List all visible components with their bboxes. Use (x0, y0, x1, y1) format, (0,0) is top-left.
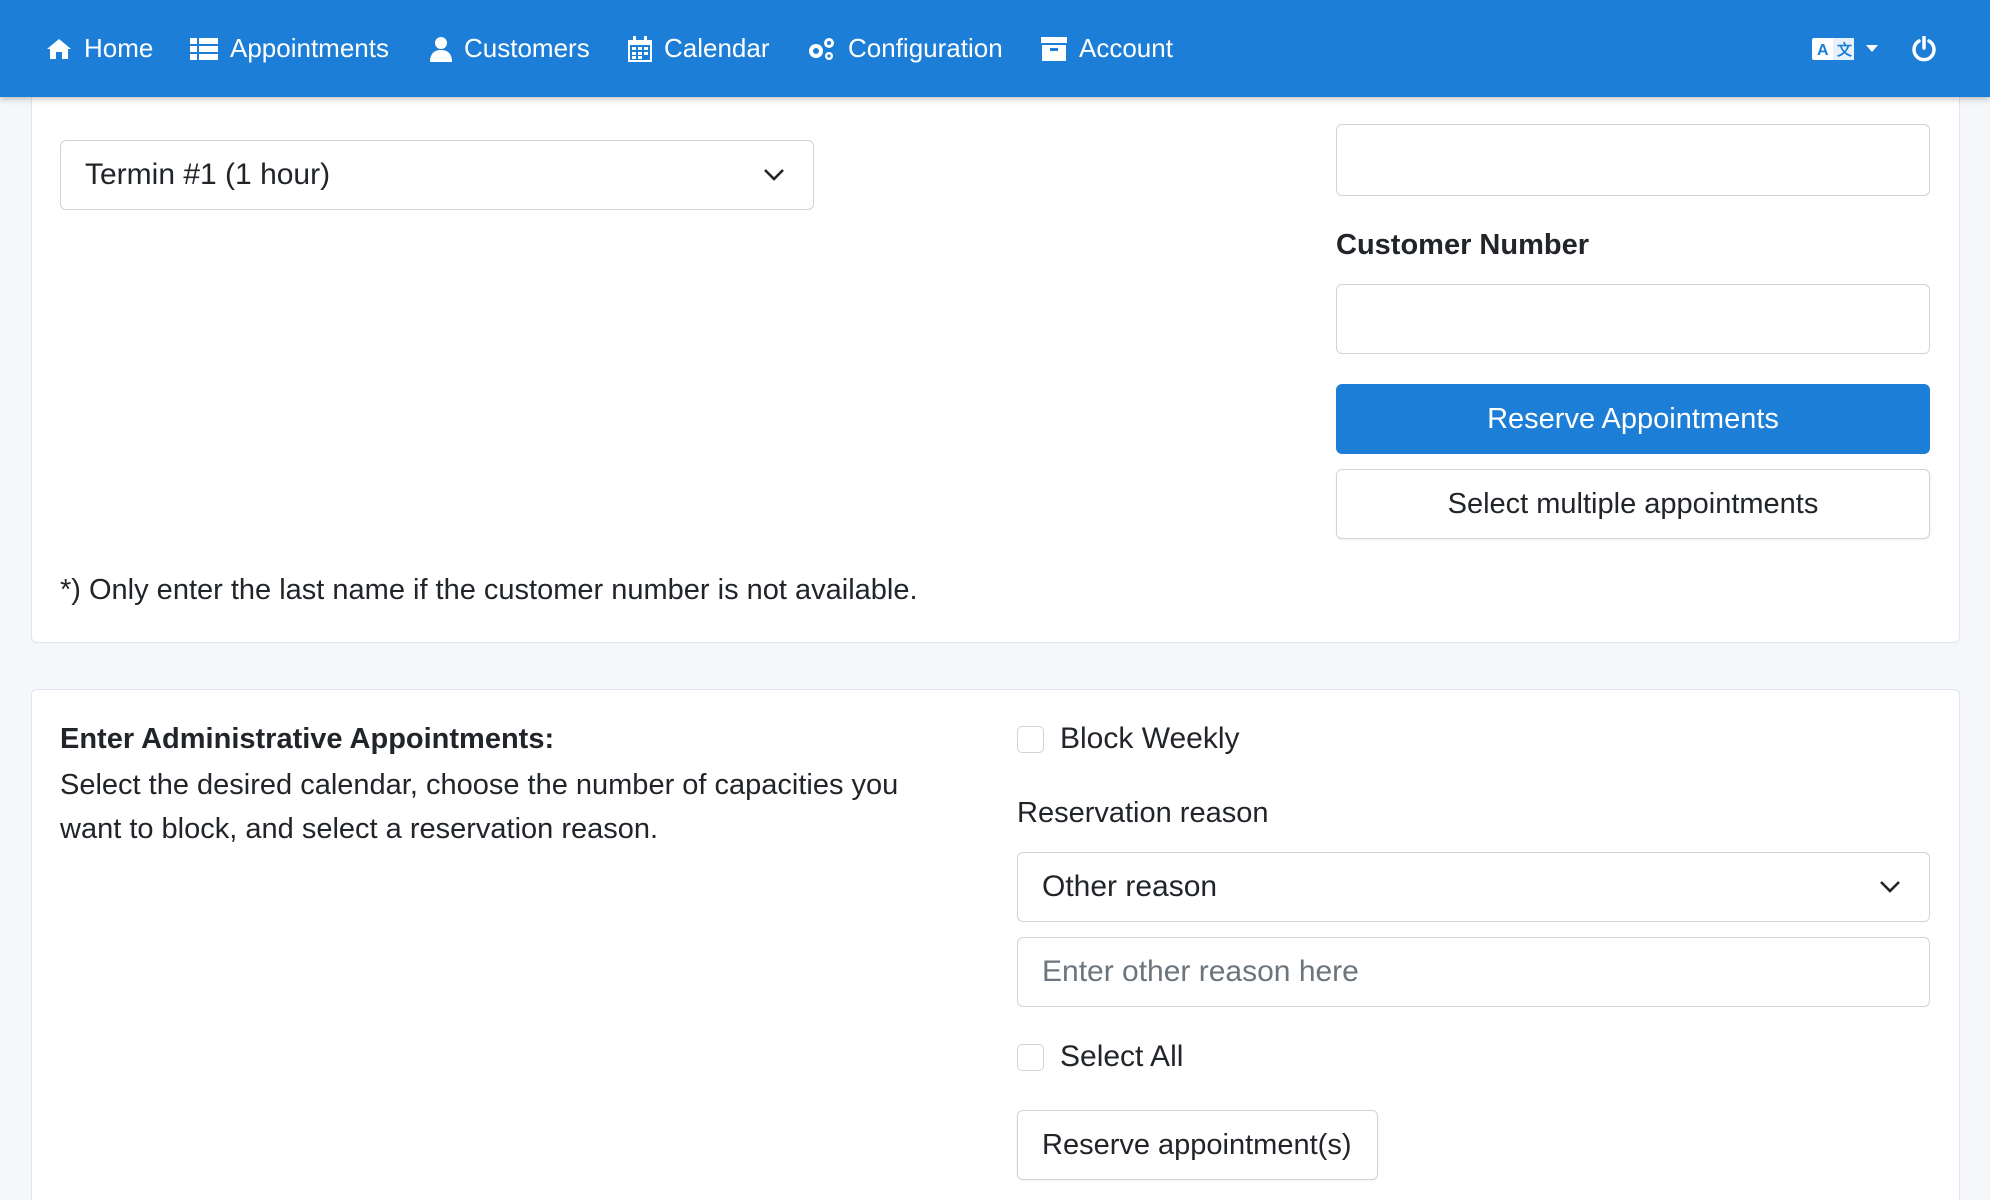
list-icon (190, 37, 218, 60)
other-reason-placeholder: Enter other reason here (1042, 955, 1359, 988)
top-navbar: Home Appointments Customers Calendar Con… (0, 0, 1990, 97)
nav-home-label: Home (84, 33, 154, 63)
calendar-icon (628, 35, 652, 62)
nav-account[interactable]: Account (1041, 0, 1173, 97)
archive-icon (1041, 36, 1067, 61)
select-all-checkbox[interactable] (1017, 1043, 1044, 1071)
reserve-appointments-button[interactable]: Reserve Appointments (1336, 384, 1930, 454)
language-icon: A 文 (1812, 37, 1854, 60)
gears-icon (809, 37, 834, 60)
admin-section-title: Enter Administrative Appointments: (60, 723, 555, 755)
customer-number-field[interactable] (1336, 284, 1930, 354)
home-icon (47, 38, 71, 59)
customer-number-label: Customer Number (1336, 229, 1589, 261)
svg-text:文: 文 (1837, 41, 1853, 59)
nav-configuration-label: Configuration (848, 33, 1003, 63)
svg-text:A: A (1817, 42, 1829, 59)
nav-configuration[interactable]: Configuration (806, 0, 1003, 97)
other-reason-input[interactable]: Enter other reason here (1017, 937, 1930, 1007)
block-weekly-row: Block Weekly (1017, 722, 1240, 756)
block-weekly-label: Block Weekly (1060, 722, 1240, 755)
last-name-field[interactable] (1336, 124, 1930, 196)
user-icon (430, 36, 452, 62)
nav-customers[interactable]: Customers (430, 0, 590, 97)
appointment-type-select[interactable]: Termin #1 (1 hour) (60, 140, 814, 210)
last-name-note: *) Only enter the last name if the custo… (60, 574, 918, 606)
nav-customers-label: Customers (464, 33, 590, 63)
reserve-admin-appointments-button[interactable]: Reserve appointment(s) (1017, 1110, 1378, 1180)
logout-button[interactable] (1911, 0, 1937, 97)
nav-calendar[interactable]: Calendar (628, 0, 770, 97)
reservation-reason-value: Other reason (1042, 870, 1218, 903)
chevron-down-icon (1880, 881, 1900, 893)
reservation-reason-label: Reservation reason (1017, 797, 1269, 829)
nav-appointments[interactable]: Appointments (190, 0, 389, 97)
admin-section-description: Select the desired calendar, choose the … (60, 769, 899, 845)
chevron-down-icon (764, 169, 784, 181)
block-weekly-checkbox[interactable] (1017, 725, 1044, 753)
select-multiple-appointments-button[interactable]: Select multiple appointments (1336, 469, 1930, 539)
select-all-row: Select All (1017, 1040, 1183, 1074)
select-all-label: Select All (1060, 1040, 1184, 1073)
nav-appointments-label: Appointments (230, 33, 389, 63)
caret-down-icon (1866, 44, 1878, 52)
nav-home[interactable]: Home (46, 0, 153, 97)
power-icon (1912, 35, 1936, 61)
language-dropdown[interactable]: A 文 (1812, 0, 1878, 97)
nav-calendar-label: Calendar (664, 33, 770, 63)
nav-account-label: Account (1079, 33, 1173, 63)
reservation-reason-select[interactable]: Other reason (1017, 852, 1930, 922)
appointment-type-value: Termin #1 (1 hour) (85, 158, 331, 191)
